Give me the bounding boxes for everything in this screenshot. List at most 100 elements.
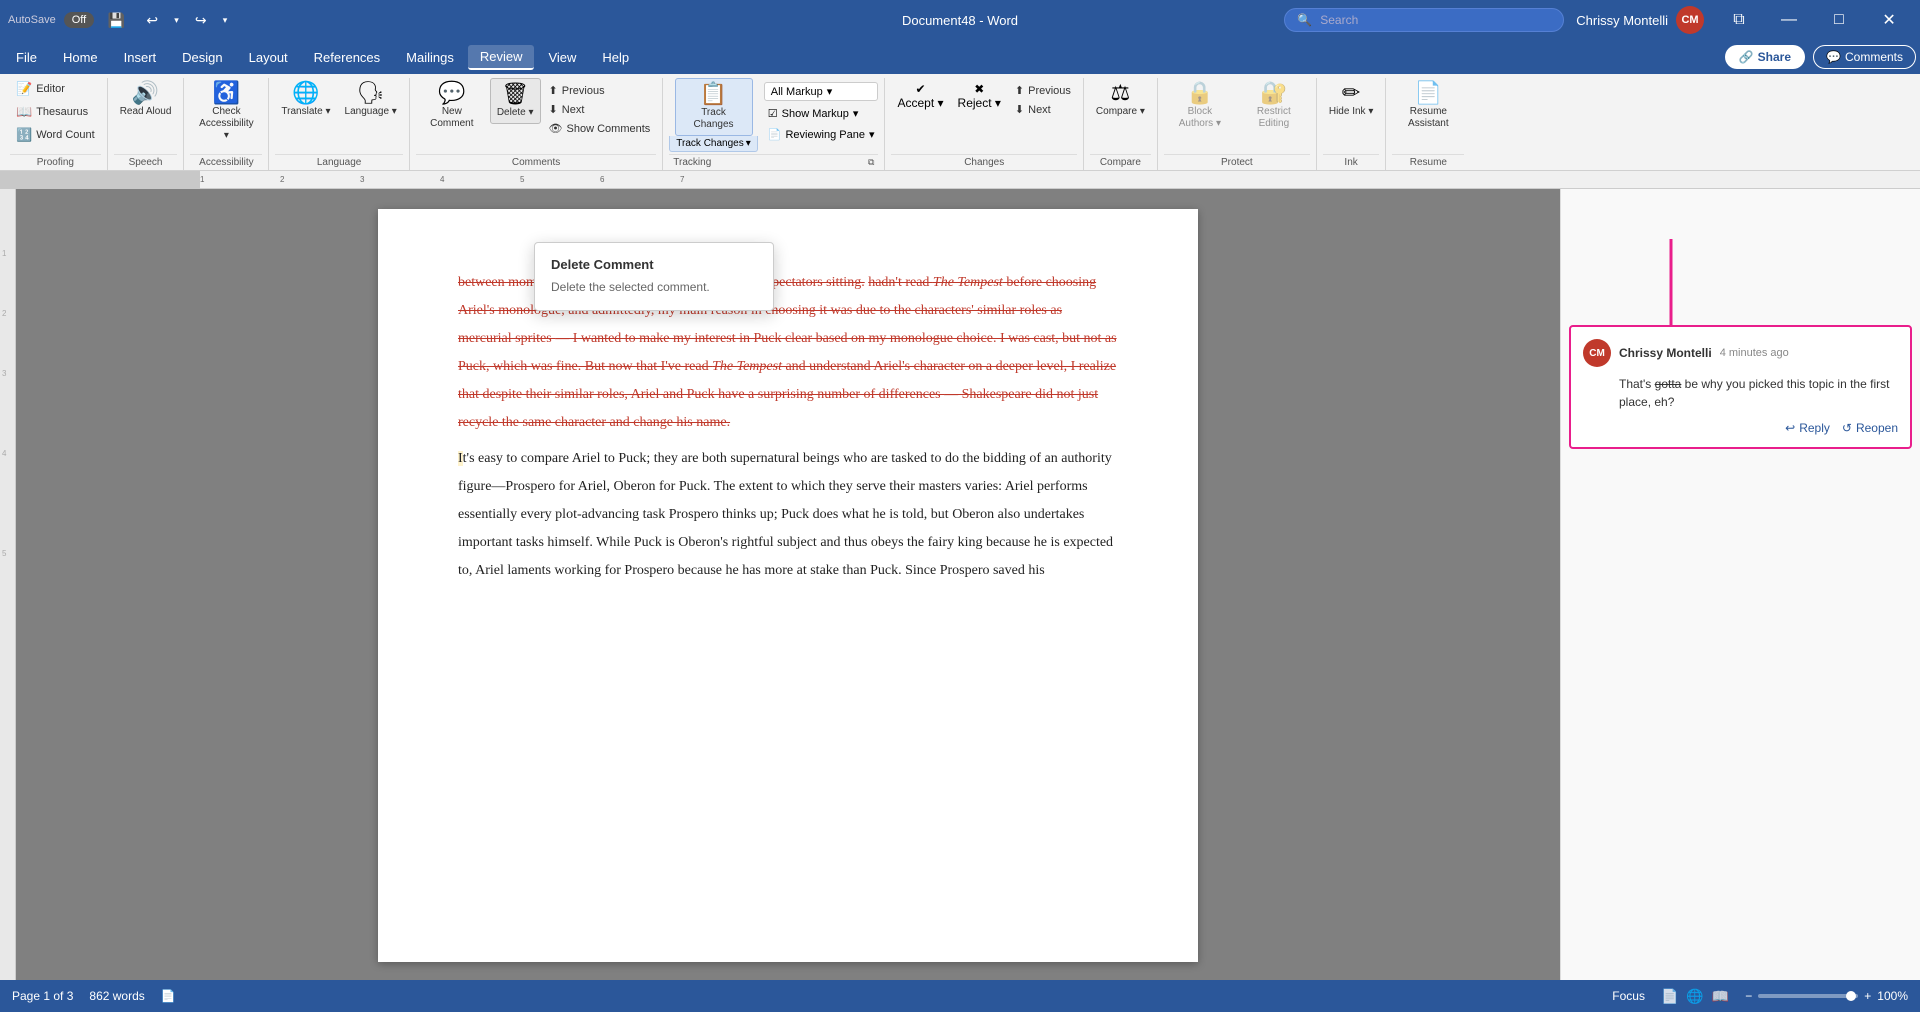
- ribbon-group-ink: ✏ Hide Ink ▾ Ink: [1317, 78, 1386, 170]
- language-button[interactable]: 🗣 Language ▾: [339, 78, 403, 122]
- close-button[interactable]: ✕: [1866, 0, 1912, 40]
- ruler: 1 2 3 4 5 6 7: [0, 171, 1920, 189]
- previous-comment-button[interactable]: ⬆ Previous: [543, 82, 657, 99]
- menu-insert[interactable]: Insert: [112, 46, 169, 69]
- compare-group-label: Compare: [1090, 154, 1151, 170]
- comment-strikethrough: gotta: [1655, 377, 1682, 391]
- ribbon-group-resume: 📄 Resume Assistant Resume: [1386, 78, 1470, 170]
- accept-icon: ✔: [915, 82, 925, 96]
- zoom-in-icon[interactable]: +: [1864, 989, 1871, 1003]
- show-comments-button[interactable]: 👁 Show Comments: [543, 120, 657, 137]
- language-label: Language ▾: [345, 106, 397, 118]
- reviewing-pane-button[interactable]: 📄 Reviewing Pane ▾: [764, 126, 879, 143]
- resume-assistant-label: Resume Assistant: [1398, 106, 1458, 130]
- menu-review[interactable]: Review: [468, 45, 535, 70]
- status-bar-right: Focus 📄 🌐 📖 − + 100%: [1612, 988, 1908, 1005]
- language-icon: 🗣: [357, 82, 385, 104]
- translate-button[interactable]: 🌐 Translate ▾: [275, 78, 336, 122]
- all-markup-dropdown[interactable]: All Markup ▾: [764, 82, 879, 101]
- changes-group-label: Changes: [891, 154, 1076, 170]
- redo-button[interactable]: ↪: [187, 6, 215, 34]
- reopen-button[interactable]: ↺ Reopen: [1842, 421, 1898, 435]
- restore-button[interactable]: ⧉: [1716, 0, 1762, 40]
- tracking-expand[interactable]: ⧉: [868, 157, 874, 168]
- user-info: Chrissy Montelli CM: [1576, 6, 1704, 34]
- menu-design[interactable]: Design: [170, 46, 234, 69]
- track-changes-dropdown-arrow: ▾: [746, 138, 751, 149]
- search-input[interactable]: [1320, 13, 1540, 27]
- reopen-icon: ↺: [1842, 421, 1852, 435]
- accept-button[interactable]: ✔ Accept ▾: [891, 78, 949, 114]
- status-bar: Page 1 of 3 862 words 📄 Focus 📄 🌐 📖 − + …: [0, 980, 1920, 1012]
- menu-file[interactable]: File: [4, 46, 49, 69]
- menu-view[interactable]: View: [536, 46, 588, 69]
- reject-button[interactable]: ✖ Reject ▾: [952, 78, 1007, 114]
- menu-help[interactable]: Help: [590, 46, 641, 69]
- next-comment-button[interactable]: ⬇ Next: [543, 101, 657, 118]
- accessibility-group-label: Accessibility: [190, 154, 262, 170]
- block-authors-button[interactable]: 🔒 Block Authors ▾: [1164, 78, 1236, 134]
- dropdown-description: Delete the selected comment.: [535, 278, 773, 302]
- reply-button[interactable]: ↩ Reply: [1785, 421, 1830, 435]
- zoom-slider[interactable]: [1758, 994, 1858, 998]
- resume-assistant-button[interactable]: 📄 Resume Assistant: [1392, 78, 1464, 134]
- quick-access-more[interactable]: ▾: [223, 15, 228, 26]
- read-aloud-button[interactable]: 🔊 Read Aloud: [114, 78, 178, 122]
- menu-layout[interactable]: Layout: [237, 46, 300, 69]
- word-count-button[interactable]: 🔢 Word Count: [10, 124, 101, 146]
- comments-button[interactable]: 💬 Comments: [1813, 45, 1916, 69]
- focus-label[interactable]: Focus: [1612, 989, 1645, 1003]
- read-mode-icon[interactable]: 📖: [1712, 988, 1729, 1005]
- ribbon-group-compare: ⚖ Compare ▾ Compare: [1084, 78, 1158, 170]
- delete-button[interactable]: 🗑 Delete ▾: [490, 78, 541, 124]
- thesaurus-button[interactable]: 📖 Thesaurus: [10, 101, 101, 123]
- autosave-toggle-label: Off: [72, 14, 86, 26]
- zoom-out-icon[interactable]: −: [1745, 989, 1752, 1003]
- ribbon: 📝 Editor 📖 Thesaurus 🔢 Word Count Proofi…: [0, 74, 1920, 171]
- autosave-toggle[interactable]: Off: [64, 12, 94, 28]
- menu-references[interactable]: References: [302, 46, 392, 69]
- check-accessibility-button[interactable]: ♿ Check Accessibility ▾: [190, 78, 262, 146]
- web-layout-icon[interactable]: 🌐: [1686, 988, 1703, 1005]
- comment-author: Chrissy Montelli: [1619, 346, 1712, 360]
- reopen-label: Reopen: [1856, 421, 1898, 435]
- new-comment-icon: 💬: [438, 82, 465, 104]
- show-markup-icon: ☑: [768, 107, 778, 120]
- save-button[interactable]: 💾: [102, 6, 130, 34]
- avatar[interactable]: CM: [1676, 6, 1704, 34]
- tracking-group-label: Tracking ⧉: [669, 154, 878, 170]
- track-changes-button[interactable]: 📋 Track Changes: [675, 78, 753, 136]
- ruler-mark-3: 3: [360, 175, 364, 184]
- undo-button[interactable]: ↩: [138, 6, 166, 34]
- maximize-button[interactable]: □: [1816, 0, 1862, 40]
- editor-button[interactable]: 📝 Editor: [10, 78, 101, 100]
- undo-dropdown[interactable]: ▾: [174, 15, 179, 26]
- menu-mailings[interactable]: Mailings: [394, 46, 466, 69]
- search-box[interactable]: 🔍: [1284, 8, 1564, 32]
- track-changes-dropdown[interactable]: Track Changes ▾: [669, 136, 757, 152]
- reply-label: Reply: [1799, 421, 1830, 435]
- margin-num-3: 3: [2, 369, 6, 378]
- print-layout-icon[interactable]: 📄: [1661, 988, 1678, 1005]
- ruler-left-margin: [0, 171, 200, 189]
- autosave-label: AutoSave: [8, 14, 56, 26]
- show-comments-label: Show Comments: [567, 123, 651, 135]
- block-authors-label: Block Authors ▾: [1170, 106, 1230, 130]
- restrict-editing-button[interactable]: 🔐 Restrict Editing: [1238, 78, 1310, 134]
- margin-num-2: 2: [2, 309, 6, 318]
- document-page[interactable]: between moments of sharp, quiet intensit…: [378, 209, 1198, 962]
- restrict-editing-label: Restrict Editing: [1244, 106, 1304, 130]
- compare-button[interactable]: ⚖ Compare ▾: [1090, 78, 1151, 122]
- zoom-level: 100%: [1877, 989, 1908, 1003]
- next-change-button[interactable]: ⬇ Next: [1009, 101, 1077, 118]
- hide-ink-button[interactable]: ✏ Hide Ink ▾: [1323, 78, 1379, 122]
- show-markup-button[interactable]: ☑ Show Markup ▾: [764, 105, 879, 122]
- new-comment-button[interactable]: 💬 New Comment: [416, 78, 488, 134]
- share-button[interactable]: 🔗 Share: [1725, 45, 1805, 69]
- track-changes-dropdown-label: Track Changes: [676, 138, 743, 149]
- previous-change-button[interactable]: ⬆ Previous: [1009, 82, 1077, 99]
- menu-home[interactable]: Home: [51, 46, 110, 69]
- paragraph-2[interactable]: It's easy to compare Ariel to Puck; they…: [458, 445, 1118, 585]
- minimize-button[interactable]: —: [1766, 0, 1812, 40]
- speech-group-label: Speech: [114, 154, 178, 170]
